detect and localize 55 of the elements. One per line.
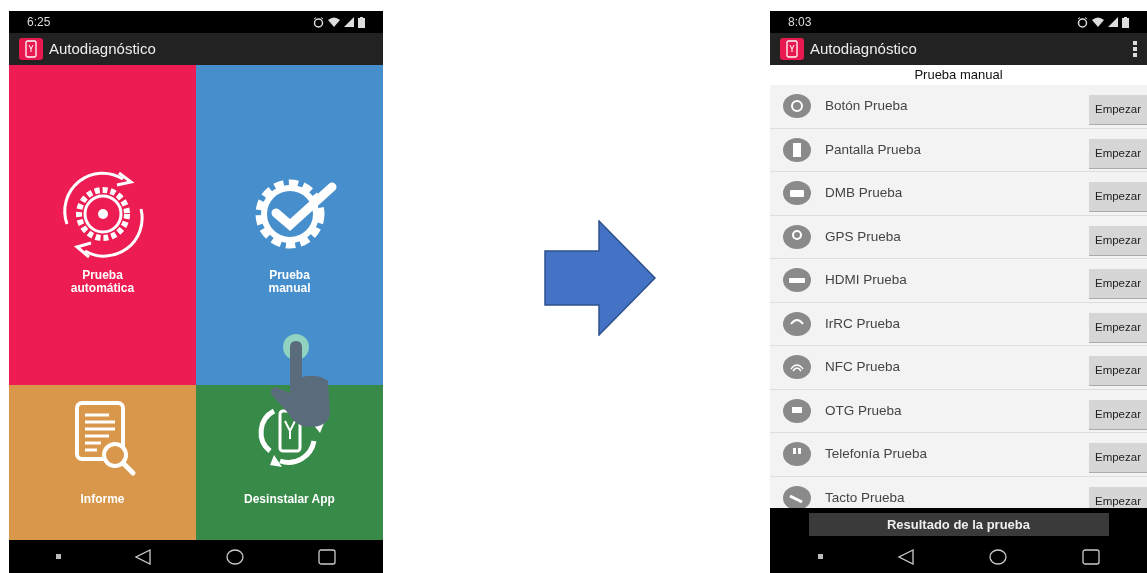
test-name: Pantalla Prueba — [825, 140, 923, 159]
back-icon[interactable] — [897, 548, 914, 565]
app-logo-icon — [19, 38, 43, 60]
circle-icon — [783, 224, 811, 249]
alarm-icon — [313, 16, 324, 28]
menu-tile[interactable]: Desinstalar App — [196, 385, 383, 540]
signal-icon — [344, 17, 354, 27]
circle-icon — [783, 181, 811, 206]
test-name: GPS Prueba — [825, 227, 902, 246]
arrow-icon — [544, 220, 657, 336]
recents-icon[interactable] — [317, 548, 336, 565]
start-button[interactable]: Empezar — [1088, 225, 1147, 256]
menu-tile[interactable]: Prueba automática — [9, 65, 196, 385]
start-button[interactable]: Empezar — [1088, 399, 1147, 430]
home-icon[interactable] — [225, 548, 244, 565]
battery-icon — [358, 16, 365, 28]
wifi-icon — [328, 17, 340, 27]
signal-icon — [1108, 17, 1118, 27]
start-button[interactable]: Empezar — [1088, 95, 1147, 126]
test-name: IrRC Prueba — [825, 314, 902, 333]
battery-icon — [1122, 16, 1129, 28]
start-button[interactable]: Empezar — [1088, 486, 1147, 508]
recents-icon[interactable] — [1081, 548, 1100, 565]
app-logo-icon — [780, 38, 804, 60]
home-icon[interactable] — [988, 548, 1007, 565]
circle-icon — [783, 137, 811, 162]
start-button[interactable]: Empezar — [1088, 443, 1147, 474]
circle-icon — [783, 311, 811, 336]
circle-icon — [783, 398, 811, 423]
start-button[interactable]: Empezar — [1088, 182, 1147, 213]
start-button[interactable]: Empezar — [1088, 312, 1147, 343]
result-button[interactable]: Resultado de la prueba — [808, 513, 1109, 536]
test-name: DMB Prueba — [825, 184, 904, 203]
test-name: Botón Prueba — [825, 97, 909, 116]
alarm-icon — [1077, 16, 1088, 28]
test-name: OTG Prueba — [825, 401, 903, 420]
start-button[interactable]: Empezar — [1088, 356, 1147, 387]
app-title: Autodiagnóstico — [49, 38, 157, 59]
start-button[interactable]: Empezar — [1088, 138, 1147, 169]
more-menu-icon[interactable] — [1133, 41, 1137, 57]
test-name: HDMI Prueba — [825, 271, 908, 290]
hand-pointer-icon — [268, 333, 332, 428]
back-icon[interactable] — [135, 548, 152, 565]
circle-icon — [783, 268, 811, 293]
status-time: 6:25 — [27, 14, 51, 31]
test-name: Tacto Prueba — [825, 488, 906, 507]
status-time: 8:03 — [788, 14, 812, 31]
circle-icon — [783, 442, 811, 467]
circle-icon — [783, 94, 811, 119]
test-name: Telefonía Prueba — [825, 445, 929, 464]
wifi-icon — [1092, 17, 1104, 27]
start-button[interactable]: Empezar — [1088, 269, 1147, 300]
circle-icon — [783, 355, 811, 380]
app-title: Autodiagnóstico — [810, 38, 918, 59]
test-name: NFC Prueba — [825, 358, 902, 377]
